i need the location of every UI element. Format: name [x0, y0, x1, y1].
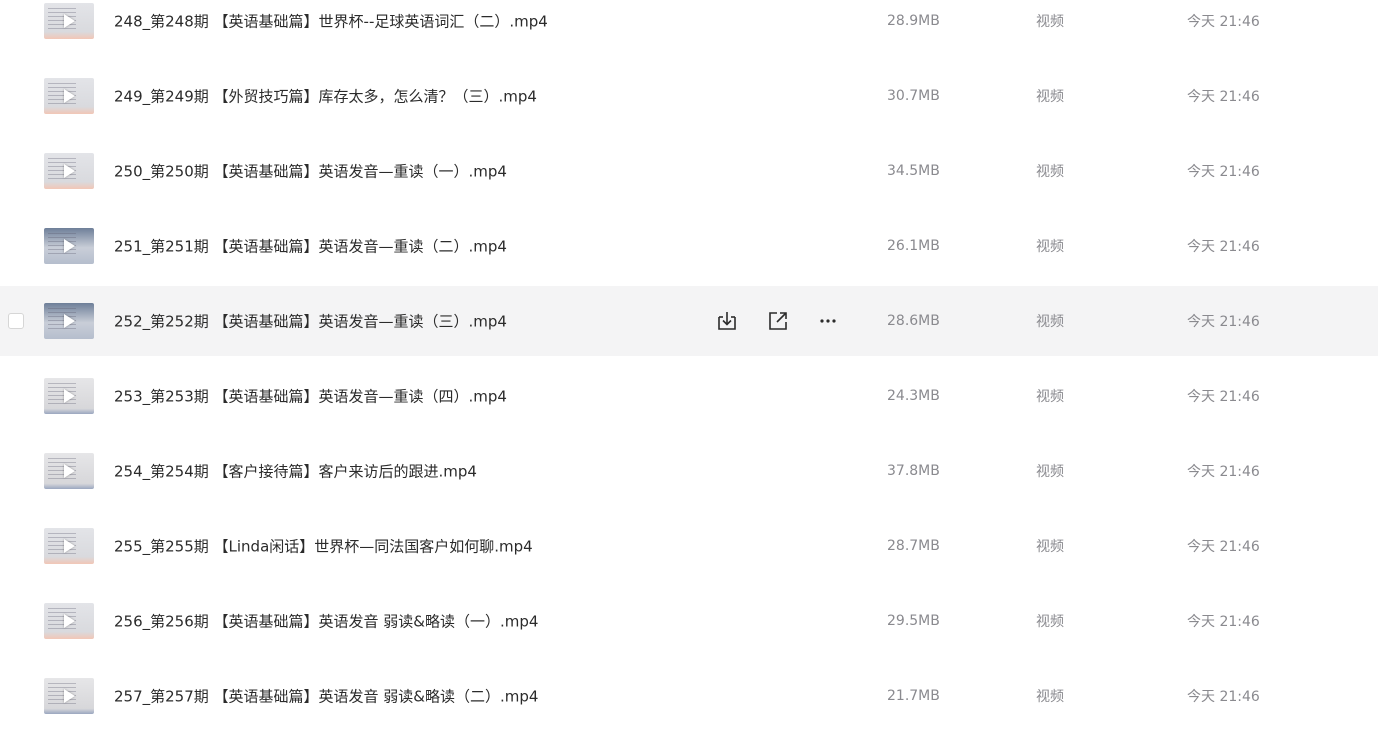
file-name[interactable]: 248_第248期 【英语基础篇】世界杯--足球英语词汇（二）.mp4	[114, 11, 548, 32]
file-modified-time: 今天 21:46	[1187, 389, 1260, 405]
file-row[interactable]: 255_第255期 【Linda闲话】世界杯—同法国客户如何聊.mp4 28.7…	[0, 511, 1378, 581]
file-size: 28.9MB	[887, 13, 940, 29]
file-modified-time: 今天 21:46	[1187, 14, 1260, 30]
file-modified-time: 今天 21:46	[1187, 614, 1260, 630]
file-modified-time: 今天 21:46	[1187, 464, 1260, 480]
file-type: 视频	[1036, 614, 1064, 630]
file-size: 30.7MB	[887, 88, 940, 104]
file-name[interactable]: 253_第253期 【英语基础篇】英语发音—重读（四）.mp4	[114, 386, 507, 407]
file-size: 28.7MB	[887, 538, 940, 554]
file-name[interactable]: 254_第254期 【客户接待篇】客户来访后的跟进.mp4	[114, 461, 477, 482]
file-type: 视频	[1036, 239, 1064, 255]
file-row[interactable]: 251_第251期 【英语基础篇】英语发音—重读（二）.mp4 26.1MB 视…	[0, 211, 1378, 281]
play-icon	[64, 614, 75, 628]
file-row[interactable]: 250_第250期 【英语基础篇】英语发音—重读（一）.mp4 34.5MB 视…	[0, 136, 1378, 206]
file-size: 24.3MB	[887, 388, 940, 404]
play-icon	[64, 314, 75, 328]
play-icon	[64, 539, 75, 553]
file-size: 29.5MB	[887, 613, 940, 629]
video-thumbnail[interactable]	[44, 453, 94, 489]
file-name[interactable]: 256_第256期 【英语基础篇】英语发音 弱读&略读（一）.mp4	[114, 611, 538, 632]
file-modified-time: 今天 21:46	[1187, 539, 1260, 555]
file-size: 28.6MB	[887, 313, 940, 329]
file-size: 26.1MB	[887, 238, 940, 254]
video-thumbnail[interactable]	[44, 228, 94, 264]
download-button[interactable]	[714, 309, 740, 333]
more-button[interactable]	[815, 309, 841, 333]
download-icon	[718, 312, 736, 330]
share-icon	[769, 312, 787, 330]
file-row[interactable]: 248_第248期 【英语基础篇】世界杯--足球英语词汇（二）.mp4 28.9…	[0, 0, 1378, 56]
file-row-hovered[interactable]: 252_第252期 【英语基础篇】英语发音—重读（三）.mp4 28.6MB 视…	[0, 286, 1378, 356]
video-thumbnail[interactable]	[44, 3, 94, 39]
file-type: 视频	[1036, 14, 1064, 30]
file-size: 37.8MB	[887, 463, 940, 479]
file-name[interactable]: 251_第251期 【英语基础篇】英语发音—重读（二）.mp4	[114, 236, 507, 257]
play-icon	[64, 239, 75, 253]
file-type: 视频	[1036, 464, 1064, 480]
file-row[interactable]: 256_第256期 【英语基础篇】英语发音 弱读&略读（一）.mp4 29.5M…	[0, 586, 1378, 656]
file-modified-time: 今天 21:46	[1187, 89, 1260, 105]
video-thumbnail[interactable]	[44, 378, 94, 414]
file-type: 视频	[1036, 314, 1064, 330]
share-button[interactable]	[765, 309, 791, 333]
file-type: 视频	[1036, 164, 1064, 180]
file-row[interactable]: 253_第253期 【英语基础篇】英语发音—重读（四）.mp4 24.3MB 视…	[0, 361, 1378, 431]
video-thumbnail[interactable]	[44, 678, 94, 714]
file-row[interactable]: 249_第249期 【外贸技巧篇】库存太多，怎么清？（三）.mp4 30.7MB…	[0, 61, 1378, 131]
file-size: 21.7MB	[887, 688, 940, 704]
play-icon	[64, 389, 75, 403]
file-type: 视频	[1036, 689, 1064, 705]
file-row[interactable]: 257_第257期 【英语基础篇】英语发音 弱读&略读（二）.mp4 21.7M…	[0, 661, 1378, 731]
file-type: 视频	[1036, 539, 1064, 555]
file-type: 视频	[1036, 389, 1064, 405]
row-checkbox[interactable]	[8, 313, 24, 329]
file-row[interactable]: 254_第254期 【客户接待篇】客户来访后的跟进.mp4 37.8MB 视频 …	[0, 436, 1378, 506]
file-name[interactable]: 255_第255期 【Linda闲话】世界杯—同法国客户如何聊.mp4	[114, 536, 533, 557]
video-thumbnail[interactable]	[44, 303, 94, 339]
file-name[interactable]: 250_第250期 【英语基础篇】英语发音—重读（一）.mp4	[114, 161, 507, 182]
video-thumbnail[interactable]	[44, 603, 94, 639]
file-modified-time: 今天 21:46	[1187, 164, 1260, 180]
play-icon	[64, 164, 75, 178]
file-name[interactable]: 257_第257期 【英语基础篇】英语发音 弱读&略读（二）.mp4	[114, 686, 538, 707]
file-list: 248_第248期 【英语基础篇】世界杯--足球英语词汇（二）.mp4 28.9…	[0, 0, 1380, 744]
more-icon	[820, 319, 836, 323]
file-name[interactable]: 249_第249期 【外贸技巧篇】库存太多，怎么清？（三）.mp4	[114, 86, 537, 107]
play-icon	[64, 689, 75, 703]
file-modified-time: 今天 21:46	[1187, 314, 1260, 330]
video-thumbnail[interactable]	[44, 153, 94, 189]
file-modified-time: 今天 21:46	[1187, 689, 1260, 705]
file-name[interactable]: 252_第252期 【英语基础篇】英语发音—重读（三）.mp4	[114, 311, 507, 332]
file-modified-time: 今天 21:46	[1187, 239, 1260, 255]
play-icon	[64, 14, 75, 28]
file-size: 34.5MB	[887, 163, 940, 179]
file-type: 视频	[1036, 89, 1064, 105]
video-thumbnail[interactable]	[44, 528, 94, 564]
video-thumbnail[interactable]	[44, 78, 94, 114]
play-icon	[64, 464, 75, 478]
play-icon	[64, 89, 75, 103]
